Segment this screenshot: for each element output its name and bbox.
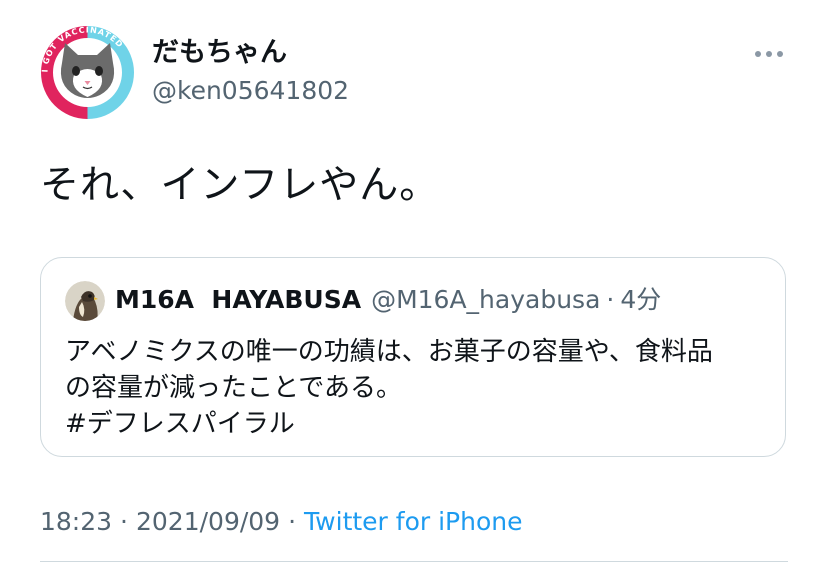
quoted-text-line: の容量が減ったことである。 [65,373,402,403]
dot [755,51,761,57]
author-display-name[interactable]: だもちゃん [152,34,287,72]
author-avatar[interactable]: I GOT VACCINATED [40,25,135,120]
cat-avatar-icon: I GOT VACCINATED [40,25,135,120]
author-handle[interactable]: @ken05641802 [152,74,349,108]
tweet-source-link[interactable]: Twitter for iPhone [304,507,522,536]
tweet-date[interactable]: 2021/09/09 [136,507,280,536]
footer-separator: · [288,507,297,536]
more-options-icon[interactable] [751,44,787,64]
hashtag-link[interactable]: #デフレスパイラル [65,406,777,442]
quoted-author-avatar [65,281,105,321]
quoted-author-name: M16A HAYABUSA [115,285,362,314]
dot [777,51,783,57]
quoted-timestamp: 4分 [620,285,662,314]
tweet-metadata: 18:23 · 2021/09/09 · Twitter for iPhone [40,503,523,541]
divider [40,561,788,562]
quoted-author-handle: @M16A_hayabusa [371,285,601,314]
tweet-text: それ、インフレやん。 [40,163,440,208]
tweet-time[interactable]: 18:23 [40,507,112,536]
quoted-tweet-header: M16A HAYABUSA @M16A_hayabusa · 4分 [115,282,661,318]
quoted-tweet-text: アベノミクスの唯一の功績は、お菓子の容量や、食料品 の容量が減ったことである。 … [65,334,777,442]
footer-separator: · [120,507,128,536]
quoted-tweet[interactable]: M16A HAYABUSA @M16A_hayabusa · 4分 アベノミクス… [40,257,786,457]
falcon-avatar-icon [65,281,105,321]
dot [766,51,772,57]
quoted-text-line: アベノミクスの唯一の功績は、お菓子の容量や、食料品 [65,337,713,367]
quoted-separator: · [606,285,615,314]
